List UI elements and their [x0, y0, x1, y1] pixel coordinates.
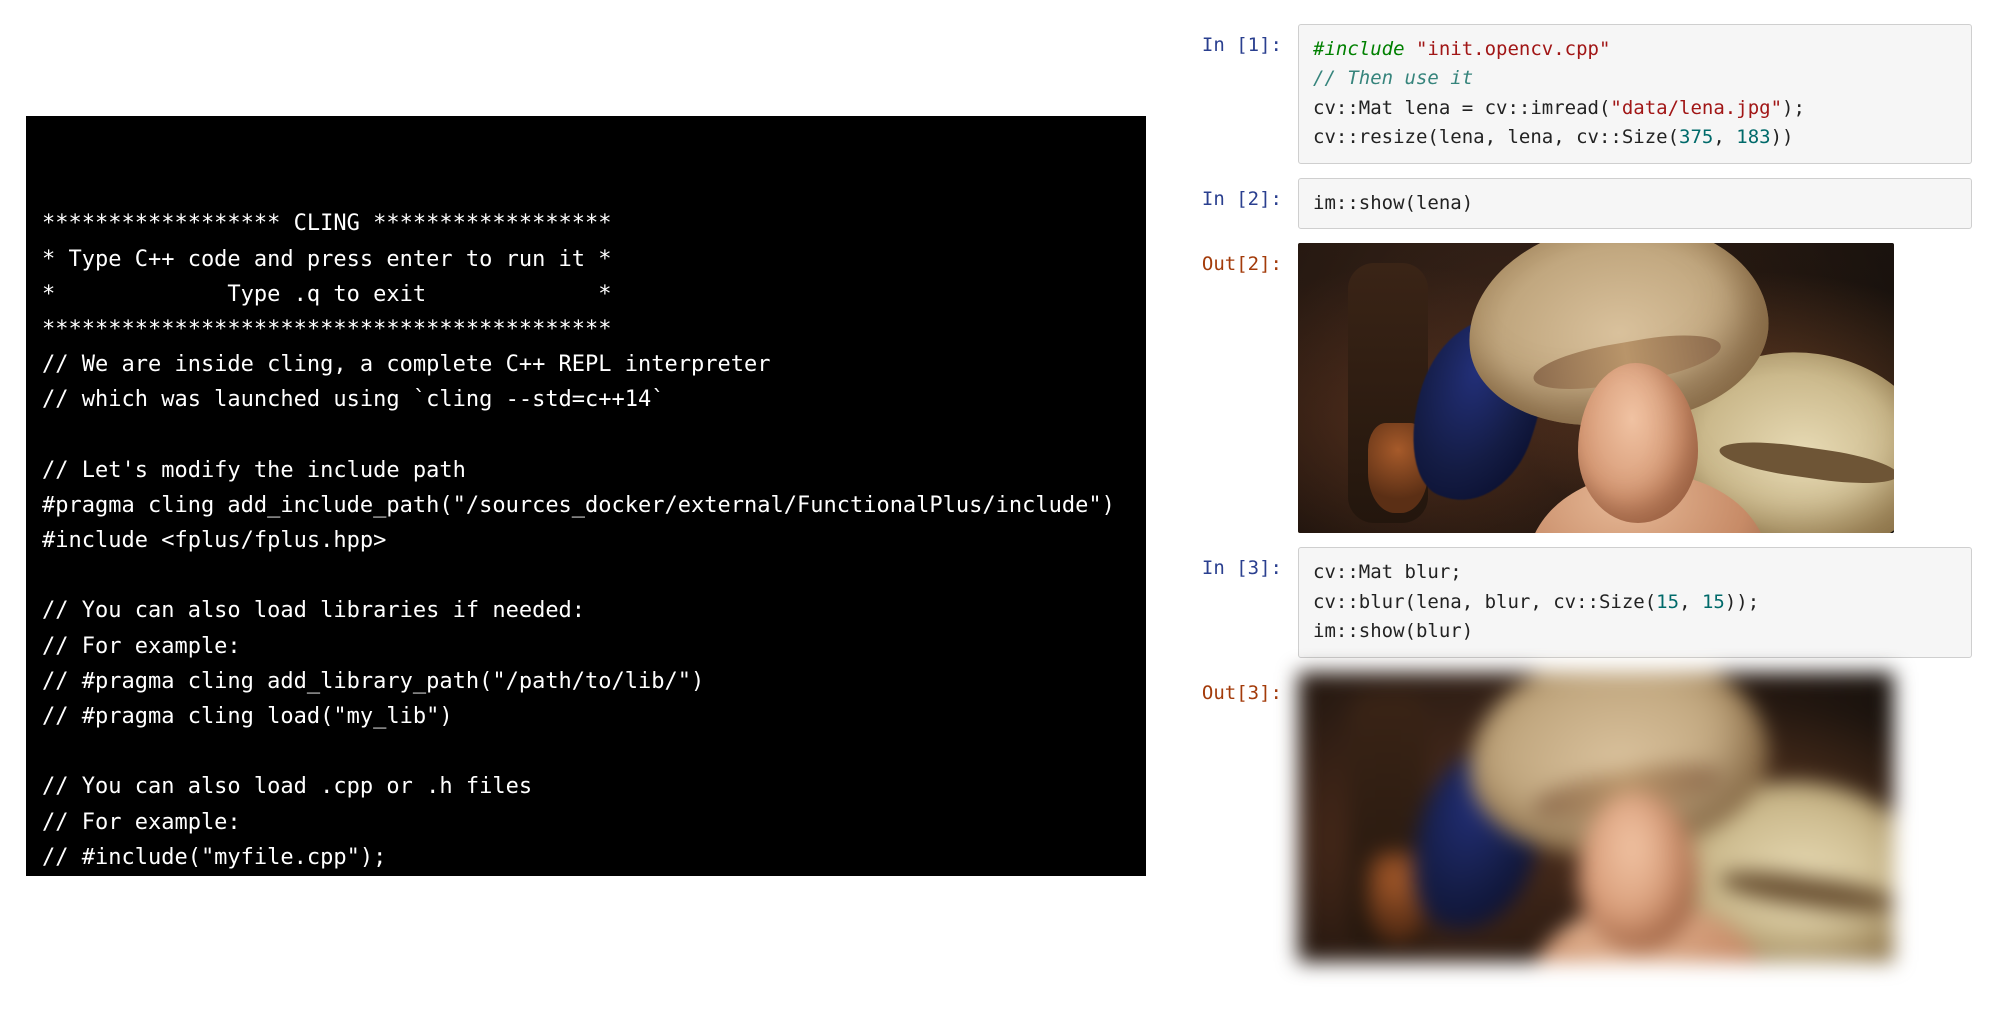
notebook-cell: In [1]:#include "init.opencv.cpp" // The… — [1188, 24, 1972, 164]
code-token: cv::Mat blur; cv::blur(lena, blur, cv::S… — [1313, 561, 1656, 612]
code-token: 15 — [1702, 591, 1725, 613]
output-image-blurred — [1298, 672, 1894, 962]
notebook-cell: In [2]: im::show(lena) — [1188, 178, 1972, 229]
code-token: im::show(lena) — [1313, 192, 1473, 214]
notebook-cell: Out[3]: — [1188, 672, 1972, 962]
in-prompt: In [3]: — [1188, 547, 1298, 579]
code-token: , — [1679, 591, 1702, 613]
notebook-cell: In [3]: cv::Mat blur; cv::blur(lena, blur… — [1188, 547, 1972, 657]
code-token: // Then use it — [1313, 67, 1473, 89]
code-cell[interactable]: im::show(lena) — [1298, 178, 1972, 229]
code-token: , — [1713, 126, 1736, 148]
code-token: 375 — [1679, 126, 1713, 148]
out-prompt: Out[2]: — [1188, 243, 1298, 275]
terminal-output: ****************** CLING ***************… — [42, 206, 1130, 876]
output-image — [1298, 243, 1894, 533]
in-prompt: In [2]: — [1188, 178, 1298, 210]
code-token: )) — [1771, 126, 1794, 148]
code-token: "data/lena.jpg" — [1610, 97, 1782, 119]
out-prompt: Out[3]: — [1188, 672, 1298, 704]
code-token: cv::Mat lena = cv::imread( — [1313, 97, 1610, 119]
code-cell[interactable]: cv::Mat blur; cv::blur(lena, blur, cv::S… — [1298, 547, 1972, 657]
in-prompt: In [1]: — [1188, 24, 1298, 56]
code-cell[interactable]: #include "init.opencv.cpp" // Then use i… — [1298, 24, 1972, 164]
jupyter-notebook: In [1]:#include "init.opencv.cpp" // The… — [1188, 24, 1972, 976]
code-token: 183 — [1736, 126, 1770, 148]
notebook-cell: Out[2]: — [1188, 243, 1972, 533]
cling-terminal[interactable]: ****************** CLING ***************… — [26, 116, 1146, 876]
code-token: #include — [1313, 38, 1416, 60]
code-token: "init.opencv.cpp" — [1416, 38, 1610, 60]
code-token: 15 — [1656, 591, 1679, 613]
